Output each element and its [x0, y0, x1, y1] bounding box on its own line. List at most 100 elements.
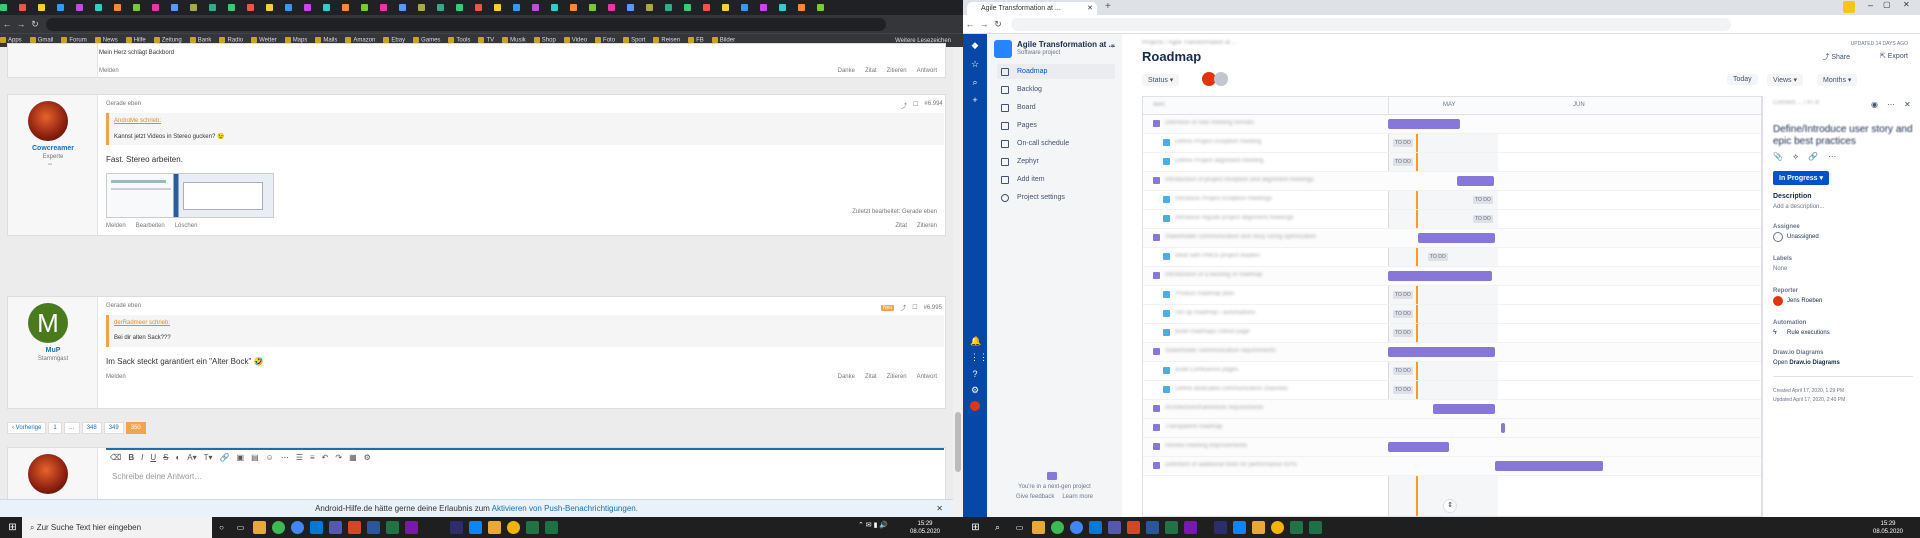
browser-tab[interactable] — [798, 2, 815, 13]
export-button[interactable]: ⇱ Export — [1880, 52, 1908, 60]
close-icon[interactable]: ✕ — [1087, 2, 1093, 15]
page-scrollbar[interactable] — [953, 47, 963, 517]
color-icon[interactable]: ◐ — [175, 453, 180, 462]
current-page[interactable]: 350 — [125, 422, 146, 434]
link-icon[interactable]: 🔗 — [220, 453, 230, 462]
browser-tab[interactable] — [380, 2, 397, 13]
browser-tab[interactable] — [152, 2, 169, 13]
text-size-icon[interactable]: T▾ — [204, 453, 213, 462]
profile-avatar[interactable] — [970, 401, 980, 411]
browser-tab[interactable] — [247, 2, 264, 13]
quote-button[interactable]: Zitat — [865, 68, 877, 74]
taskbar-search[interactable]: ⌕ Zur Suche Text hier eingeben — [22, 517, 212, 538]
assignee-value[interactable]: Unassigned — [1787, 234, 1819, 240]
forward-icon[interactable]: → — [977, 19, 991, 29]
explorer-icon[interactable] — [1032, 521, 1045, 534]
excel-icon[interactable] — [526, 521, 539, 534]
browser-tab[interactable] — [285, 2, 302, 13]
story-row[interactable]: Define Project inception meeting TO DO — [1143, 134, 1761, 153]
insert-icon[interactable]: ▦ — [349, 453, 357, 462]
taskbar-clock[interactable]: 15:29 08.05.2020 — [905, 520, 945, 536]
epic-row[interactable]: Definition of additional tools for perfo… — [1143, 457, 1761, 476]
post-number[interactable]: #6.995 — [924, 305, 942, 311]
powerpoint-icon[interactable] — [348, 521, 361, 534]
username[interactable]: MuP — [8, 347, 98, 354]
sidebar-item-add[interactable]: Add item — [997, 172, 1115, 187]
thanks-button[interactable]: Danke — [838, 374, 855, 380]
sidebar-item-zephyr[interactable]: Zephyr — [997, 154, 1115, 169]
bold-icon[interactable]: B — [128, 453, 134, 462]
app-icon[interactable] — [1309, 521, 1322, 534]
story-row[interactable]: Meet with PMOs project leaders TO DO — [1143, 248, 1761, 267]
story-row[interactable]: Set up roadmap / automations TO DO — [1143, 305, 1761, 324]
close-window-icon[interactable]: ✕ — [1903, 0, 1910, 9]
story-row[interactable]: Introduce Project inception meetings TO D… — [1143, 191, 1761, 210]
prev-page-button[interactable]: ‹ Vorherige — [7, 422, 47, 434]
app-icon[interactable] — [1214, 521, 1227, 534]
timeline-bar[interactable] — [1388, 442, 1449, 452]
chrome-icon[interactable] — [291, 521, 304, 534]
reply-input[interactable]: Schreibe deine Antwort… — [112, 472, 202, 481]
excel-icon[interactable] — [386, 521, 399, 534]
avatar[interactable]: M — [28, 303, 68, 343]
sidebar-item-backlog[interactable]: Backlog — [997, 82, 1115, 97]
chrome-icon[interactable] — [1051, 521, 1064, 534]
quote-button[interactable]: Zitat — [895, 223, 907, 229]
quote-author[interactable]: derRadmeer schrieb: — [114, 320, 170, 326]
emoji-icon[interactable]: ☺ — [266, 453, 274, 462]
timeline-bar[interactable] — [1457, 176, 1494, 186]
issue-breadcrumb[interactable]: Connect ... / AT-6 — [1773, 100, 1819, 106]
cortana-icon[interactable]: ○ — [215, 521, 228, 534]
post-number[interactable]: #6.994 — [924, 101, 942, 110]
browser-tab[interactable] — [570, 2, 587, 13]
browser-tab[interactable] — [665, 2, 682, 13]
story-row[interactable]: Build roadmaps rollout page TO DO — [1143, 324, 1761, 343]
sidebar-item-settings[interactable]: Project settings — [997, 190, 1115, 205]
status-button[interactable]: In Progress ▾ — [1773, 171, 1829, 185]
forward-icon[interactable]: → — [14, 19, 28, 29]
timeline-bar[interactable] — [1388, 119, 1460, 129]
browser-tab[interactable] — [779, 2, 796, 13]
issue-title[interactable]: Define/Introduce user story and epic bes… — [1773, 124, 1913, 148]
browser-tab[interactable] — [38, 2, 55, 13]
report-link[interactable]: Melden — [106, 223, 126, 229]
excel-icon[interactable] — [1290, 521, 1303, 534]
italic-icon[interactable]: I — [141, 453, 143, 462]
status-filter[interactable]: Status ▾ — [1142, 74, 1180, 86]
browser-tab[interactable] — [133, 2, 150, 13]
browser-tab[interactable] — [95, 2, 112, 13]
browser-tab[interactable] — [437, 2, 454, 13]
browser-tab[interactable] — [589, 2, 606, 13]
browser-tab[interactable] — [304, 2, 321, 13]
reload-icon[interactable]: ↻ — [28, 19, 42, 30]
sidebar-item-oncall[interactable]: On-call schedule — [997, 136, 1115, 151]
browser-tab[interactable] — [323, 2, 340, 13]
delete-link[interactable]: Löschen — [175, 223, 198, 229]
browser-tab[interactable] — [266, 2, 283, 13]
sidebar-item-pages[interactable]: Pages — [997, 118, 1115, 133]
chrome-icon[interactable] — [272, 521, 285, 534]
epic-row[interactable]: Introduction of project inception and al… — [1143, 172, 1761, 191]
browser-tab[interactable] — [171, 2, 188, 13]
quote-author[interactable]: AndroMe schrieb: — [114, 118, 161, 124]
browser-tab[interactable] — [532, 2, 549, 13]
align-icon[interactable]: ≡ — [310, 453, 315, 462]
scrollbar-thumb[interactable] — [955, 412, 961, 472]
report-link[interactable]: Melden — [99, 68, 119, 74]
excel-icon[interactable] — [1165, 521, 1178, 534]
browser-tab[interactable] — [418, 2, 435, 13]
folder-icon[interactable] — [488, 521, 501, 534]
word-icon[interactable] — [367, 521, 380, 534]
onenote-icon[interactable] — [405, 521, 418, 534]
underline-icon[interactable]: U — [150, 453, 156, 462]
browser-tab[interactable] — [456, 2, 473, 13]
apps-icon[interactable]: ⋮⋮ — [970, 352, 988, 362]
screenshot-thumbnail[interactable] — [106, 173, 274, 218]
drawio-link[interactable]: Draw.io Diagrams — [1789, 360, 1839, 366]
search-icon[interactable]: ⌕ — [970, 77, 980, 87]
share-button[interactable]: ⤴ Share — [1822, 52, 1850, 62]
reply-button[interactable]: Antwort — [917, 374, 937, 380]
notification-link[interactable]: Aktivieren von Push-Benachrichtigungen. — [492, 504, 638, 513]
browser-tab[interactable] — [741, 2, 758, 13]
eraser-icon[interactable]: ⌫ — [110, 453, 121, 462]
